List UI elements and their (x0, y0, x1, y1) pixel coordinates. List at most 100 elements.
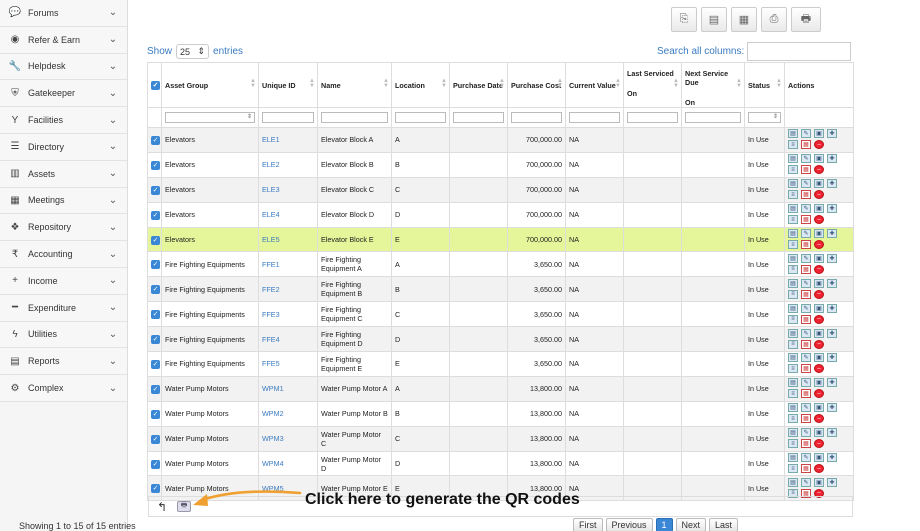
column-filter-input[interactable] (627, 112, 678, 124)
delete-icon[interactable]: – (814, 289, 824, 299)
cell-id[interactable]: FFE4 (258, 326, 318, 353)
edit-icon[interactable]: ✎ (801, 428, 811, 438)
sidebar-item-reports[interactable]: ▤ Reports ⌄ (0, 348, 127, 376)
table-row[interactable]: ✓ Fire Fighting Equipments FFE1 Fire Fighti… (147, 251, 854, 278)
entries-select[interactable]: 25 ⇕ (176, 44, 210, 59)
column-header-location[interactable]: Location ▲ ▼ (391, 62, 450, 108)
export-print-button[interactable]: 🖶 (791, 7, 821, 32)
row-select-cell[interactable]: ✓ (147, 301, 162, 328)
history-icon[interactable]: ≡ (788, 240, 798, 249)
row-select-cell[interactable]: ✓ (147, 400, 162, 427)
delete-icon[interactable]: – (814, 190, 824, 200)
cell-id[interactable]: ELE5 (258, 226, 318, 253)
calendar-icon[interactable]: ▦ (801, 314, 811, 324)
edit-document-icon[interactable]: ▣ (814, 403, 824, 413)
edit-document-icon[interactable]: ▣ (814, 204, 824, 214)
cell-id[interactable]: WPM4 (258, 450, 318, 477)
calendar-icon[interactable]: ▦ (801, 289, 811, 299)
view-icon[interactable]: ▤ (788, 453, 798, 463)
delete-icon[interactable]: – (814, 165, 824, 175)
calendar-icon[interactable]: ▦ (801, 339, 811, 349)
export-excel-button[interactable]: ▦ (731, 7, 757, 32)
row-checkbox[interactable]: ✓ (151, 235, 160, 245)
sidebar-item-income[interactable]: + Income ⌄ (0, 267, 127, 295)
column-header-unique-id[interactable]: Unique ID ▲ ▼ (258, 62, 318, 108)
table-row[interactable]: ✓ Fire Fighting Equipments FFE2 Fire Fighti… (147, 276, 854, 303)
view-icon[interactable]: ▤ (788, 204, 798, 214)
sidebar-item-helpdesk[interactable]: 🔧 Helpdesk ⌄ (0, 53, 127, 81)
sidebar-item-directory[interactable]: ☰ Directory ⌄ (0, 133, 127, 161)
cell-id[interactable]: WPM1 (258, 375, 318, 402)
edit-icon[interactable]: ✎ (801, 303, 811, 313)
cell-id[interactable]: ELE1 (258, 127, 318, 153)
row-select-cell[interactable]: ✓ (147, 176, 162, 203)
sidebar-item-forums[interactable]: 💬 Forums ⌄ (0, 0, 127, 27)
view-icon[interactable]: ▤ (788, 428, 798, 438)
edit-document-icon[interactable]: ▣ (814, 428, 824, 438)
view-icon[interactable]: ▤ (788, 303, 798, 313)
view-icon[interactable]: ▤ (788, 403, 798, 413)
delete-icon[interactable]: – (814, 464, 824, 474)
cell-id[interactable]: ELE2 (258, 151, 318, 178)
history-icon[interactable]: ≡ (788, 314, 798, 324)
column-header-name[interactable]: Name ▲ ▼ (317, 62, 392, 108)
history-icon[interactable]: ≡ (788, 414, 798, 424)
add-service-icon[interactable]: ✚ (827, 453, 837, 463)
edit-icon[interactable]: ✎ (801, 278, 811, 288)
calendar-icon[interactable]: ▦ (801, 364, 811, 374)
column-header-next-service-due[interactable]: Next Service Due On ▲ ▼ (681, 62, 745, 108)
row-checkbox[interactable]: ✓ (151, 135, 160, 145)
row-select-cell[interactable]: ✓ (147, 226, 162, 253)
select-all-header[interactable]: ✓ (147, 62, 162, 108)
sidebar-item-facilities[interactable]: Y Facilities ⌄ (0, 107, 127, 134)
row-select-cell[interactable]: ✓ (147, 351, 162, 377)
add-service-icon[interactable]: ✚ (827, 179, 837, 189)
row-select-cell[interactable]: ✓ (147, 276, 162, 303)
add-service-icon[interactable]: ✚ (827, 378, 837, 388)
edit-document-icon[interactable]: ▣ (814, 278, 824, 288)
pager-next[interactable]: Next (675, 518, 707, 531)
sidebar-item-accounting[interactable]: ₹ Accounting ⌄ (0, 241, 127, 268)
row-checkbox[interactable]: ✓ (151, 260, 160, 270)
edit-document-icon[interactable]: ▣ (814, 477, 824, 487)
edit-icon[interactable]: ✎ (801, 229, 811, 238)
calendar-icon[interactable]: ▦ (801, 240, 811, 249)
column-header-status[interactable]: Status ▲ ▼ (744, 62, 785, 108)
row-checkbox[interactable]: ✓ (151, 484, 160, 494)
table-row[interactable]: ✓ Elevators ELE1 Elevator Block A A 700,000.0… (147, 127, 854, 153)
cell-id[interactable]: FFE2 (258, 276, 318, 303)
cell-id[interactable]: FFE1 (258, 251, 318, 278)
view-icon[interactable]: ▤ (788, 477, 798, 487)
view-icon[interactable]: ▤ (788, 253, 798, 263)
row-checkbox[interactable]: ✓ (151, 459, 160, 469)
add-service-icon[interactable]: ✚ (827, 154, 837, 164)
row-select-cell[interactable]: ✓ (147, 151, 162, 178)
edit-document-icon[interactable]: ▣ (814, 328, 824, 338)
edit-icon[interactable]: ✎ (801, 477, 811, 487)
search-input[interactable] (747, 42, 852, 61)
history-icon[interactable]: ≡ (788, 364, 798, 374)
sidebar-item-complex[interactable]: ⚙ Complex ⌄ (0, 375, 127, 402)
table-row[interactable]: ✓ Elevators ELE3 Elevator Block C C 700,000.0… (147, 176, 854, 203)
view-icon[interactable]: ▤ (788, 179, 798, 189)
delete-icon[interactable]: – (814, 264, 824, 274)
column-filter-input[interactable] (262, 112, 314, 124)
add-service-icon[interactable]: ✚ (827, 477, 837, 487)
column-header-actions[interactable]: Actions (784, 62, 854, 108)
row-checkbox[interactable]: ✓ (151, 185, 160, 195)
sidebar-item-assets[interactable]: ▥ Assets ⌄ (0, 160, 127, 188)
add-service-icon[interactable]: ✚ (827, 403, 837, 413)
calendar-icon[interactable]: ▦ (801, 140, 811, 150)
history-icon[interactable]: ≡ (788, 190, 798, 200)
delete-icon[interactable]: – (814, 364, 824, 374)
edit-document-icon[interactable]: ▣ (814, 378, 824, 388)
calendar-icon[interactable]: ▦ (801, 264, 811, 274)
sidebar-item-utilities[interactable]: ϟ Utilities ⌄ (0, 321, 127, 349)
add-service-icon[interactable]: ✚ (827, 278, 837, 288)
row-select-cell[interactable]: ✓ (147, 450, 162, 477)
column-header-asset-group[interactable]: Asset Group ▲ ▼ (161, 62, 259, 108)
row-select-cell[interactable]: ✓ (147, 425, 162, 452)
edit-document-icon[interactable]: ▣ (814, 253, 824, 263)
column-header-purchase-cost[interactable]: Purchase Cost ▲ ▼ (507, 62, 566, 108)
cell-id[interactable]: WPM2 (258, 400, 318, 427)
